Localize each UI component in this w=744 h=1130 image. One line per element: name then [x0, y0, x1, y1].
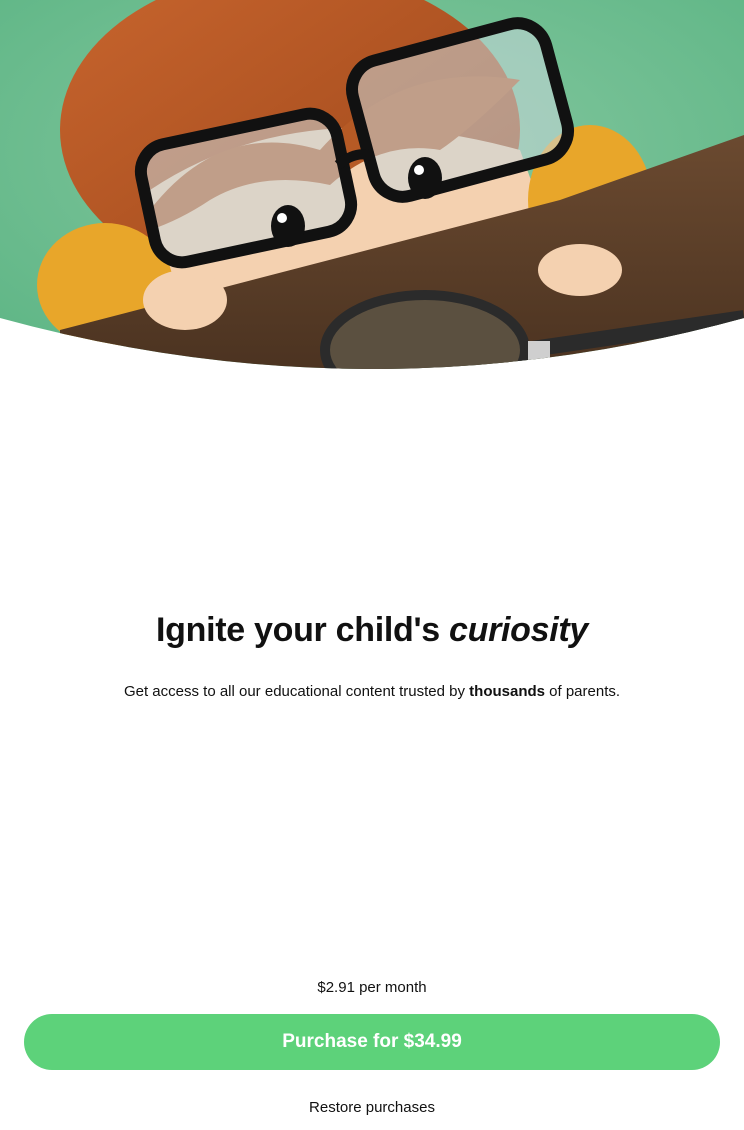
subtitle: Get access to all our educational conten… [0, 681, 744, 703]
child-with-magnifying-glass-image [0, 0, 744, 369]
monthly-price-note: $2.91 per month [317, 979, 427, 996]
subtitle-after: of parents. [545, 683, 621, 700]
subtitle-bold: thousands [469, 683, 545, 700]
purchase-button[interactable]: Purchase for $34.99 [24, 1014, 720, 1070]
headline-accent: curiosity [449, 611, 589, 649]
hero-illustration [0, 0, 744, 380]
restore-purchases-link[interactable]: Restore purchases [0, 1097, 744, 1119]
subtitle-before: Get access to all our educational conten… [123, 683, 470, 700]
headline-prefix: Ignite your child's [155, 611, 449, 649]
page-title: Ignite your child's curiosity [0, 608, 744, 652]
